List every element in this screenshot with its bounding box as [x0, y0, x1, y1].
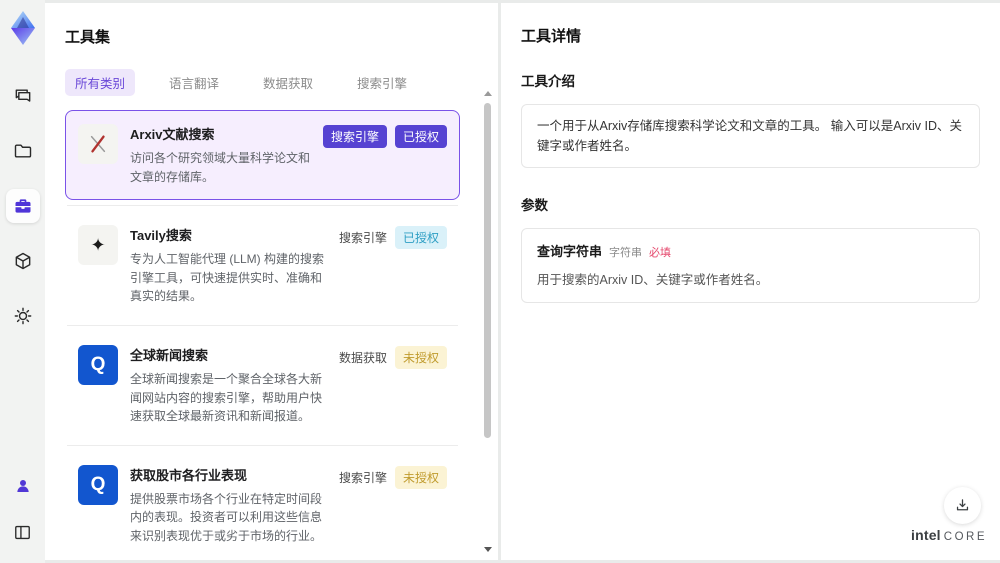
parameter-name: 查询字符串 [537, 244, 603, 259]
tool-name: 获取股市各行业表现 [130, 467, 248, 483]
global-news-logo-icon: Q [78, 344, 118, 385]
rail-nav [5, 79, 40, 333]
tool-description: 专为人工智能代理 (LLM) 构建的搜索引擎工具，可快速提供实时、准确和真实的结… [130, 252, 325, 304]
intel-logo-text: intel [910, 527, 941, 543]
category-badge: 数据获取 [338, 350, 387, 365]
tool-name: Tavily搜索 [130, 228, 192, 244]
tool-name: Arxiv文献搜索 [130, 127, 215, 142]
tool-description: 提供股票市场各个行业在特定时间段内的表现。投资者可以利用这些信息来识别表现优于或… [130, 491, 323, 543]
tool-card-global-news[interactable]: Q 全球新闻搜索 全球新闻搜索是一个聚合全球各大新闻网站内容的搜索引擎，帮助用户… [65, 331, 460, 440]
scrollbar-thumb[interactable] [484, 103, 491, 438]
stock-sector-logo-icon: Q [78, 464, 118, 505]
download-button[interactable] [944, 487, 981, 524]
toolbox-icon-active-tab[interactable] [5, 189, 40, 223]
tool-list-panel: 工具集 所有类别 语言翻译 数据获取 搜索引擎 Arxiv文献搜索 访问各个研究… [45, 3, 498, 560]
intro-section-heading: 工具介绍 [521, 74, 575, 89]
tab-search-engine[interactable]: 搜索引擎 [347, 69, 417, 96]
collapse-panel-icon[interactable] [6, 515, 40, 549]
tab-language-translation[interactable]: 语言翻译 [159, 69, 229, 96]
tool-detail-panel: 工具详情 工具介绍 一个用于从Arxiv存储库搜索科学论文和文章的工具。 输入可… [501, 3, 1000, 560]
tool-description: 全球新闻搜索是一个聚合全球各大新闻网站内容的搜索引擎，帮助用户快速获取全球最新资… [130, 371, 323, 424]
tab-data-fetch[interactable]: 数据获取 [253, 69, 323, 96]
chat-icon[interactable] [6, 79, 40, 113]
left-icon-rail [0, 0, 45, 563]
rail-bottom [6, 469, 40, 549]
tool-card-stock-sector[interactable]: Q 获取股市各行业表现 提供股票市场各个行业在特定时间段内的表现。投资者可以利用… [65, 451, 460, 560]
cube-icon[interactable] [6, 244, 40, 278]
parameter-type: 字符串 [609, 247, 643, 259]
tab-all-categories[interactable]: 所有类别 [65, 69, 136, 96]
auth-status-badge: 已授权 [394, 125, 447, 148]
auth-status-badge: 已授权 [394, 226, 447, 250]
scroll-up-arrow-icon[interactable] [483, 91, 492, 96]
list-scrollbar[interactable] [483, 91, 492, 552]
app-logo-icon [6, 9, 40, 47]
category-badge: 搜索引擎 [322, 125, 387, 148]
category-tabs: 所有类别 语言翻译 数据获取 搜索引擎 [65, 69, 478, 96]
page-title: 工具集 [65, 29, 111, 46]
parameter-card: 查询字符串 字符串 必填 用于搜索的Arxiv ID、关键字或作者姓名。 [521, 228, 980, 303]
parameter-description: 用于搜索的Arxiv ID、关键字或作者姓名。 [537, 273, 769, 287]
settings-gear-icon[interactable] [6, 299, 40, 333]
user-avatar-icon[interactable] [6, 469, 40, 503]
tool-intro-box: 一个用于从Arxiv存储库搜索科学论文和文章的工具。 输入可以是Arxiv ID… [521, 104, 980, 168]
arxiv-logo-icon [78, 124, 118, 164]
parameter-required-flag: 必填 [649, 247, 672, 259]
intel-core-logo: intel core [910, 527, 988, 545]
scroll-down-arrow-icon[interactable] [483, 547, 492, 552]
tool-card-list: Arxiv文献搜索 访问各个研究领域大量科学论文和文章的存储库。 搜索引擎 已授… [65, 110, 478, 560]
divider [67, 324, 458, 326]
tool-card-tavily[interactable]: ✦ Tavily搜索 专为人工智能代理 (LLM) 构建的搜索引擎工具，可快速提… [65, 211, 460, 320]
tool-name: 全球新闻搜索 [130, 347, 209, 363]
params-section-heading: 参数 [521, 198, 548, 213]
category-badge: 搜索引擎 [338, 470, 387, 485]
download-icon [956, 499, 969, 511]
tool-description: 访问各个研究领域大量科学论文和文章的存储库。 [130, 151, 311, 184]
divider [67, 444, 458, 446]
tavily-star-icon: ✦ [78, 225, 118, 266]
divider [67, 205, 458, 207]
core-logo-text: core [943, 531, 987, 543]
auth-status-badge: 未授权 [394, 345, 447, 369]
auth-status-badge: 未授权 [394, 465, 447, 489]
detail-panel-title: 工具详情 [521, 28, 582, 45]
folder-icon[interactable] [6, 134, 40, 168]
category-badge: 搜索引擎 [338, 231, 387, 246]
tool-card-arxiv-selected[interactable]: Arxiv文献搜索 访问各个研究领域大量科学论文和文章的存储库。 搜索引擎 已授… [65, 110, 460, 201]
